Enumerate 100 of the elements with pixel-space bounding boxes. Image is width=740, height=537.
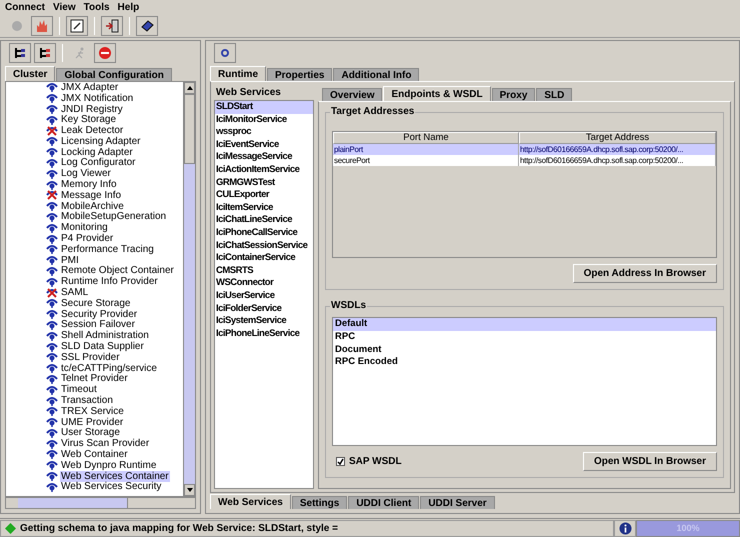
tab[interactable]: Cluster bbox=[5, 66, 56, 81]
tree-item[interactable]: P4 Provider bbox=[60, 233, 114, 244]
menu-item[interactable]: Connect bbox=[2, 2, 50, 12]
tab[interactable]: UDDI Client bbox=[348, 496, 420, 509]
tree-item[interactable]: PMI bbox=[60, 254, 80, 266]
monitor-button[interactable] bbox=[66, 16, 88, 36]
tab[interactable]: Proxy bbox=[492, 88, 536, 101]
column-header[interactable]: Target Address bbox=[519, 132, 716, 144]
checkbox[interactable] bbox=[336, 457, 345, 466]
tree-item[interactable]: Remote Object Container bbox=[60, 265, 175, 276]
menu-item[interactable]: Help bbox=[114, 2, 144, 12]
column-header[interactable]: Port Name bbox=[333, 132, 519, 144]
service-icon bbox=[46, 384, 58, 395]
service-icon bbox=[46, 168, 58, 179]
service-icon bbox=[46, 460, 58, 470]
scroll-up-button[interactable] bbox=[184, 82, 195, 94]
service-icon bbox=[46, 276, 58, 287]
tree-item[interactable]: SSL Provider bbox=[60, 352, 121, 363]
service-icon bbox=[46, 374, 58, 384]
tree-item[interactable]: Message Info bbox=[60, 190, 122, 201]
list-item[interactable]: Default bbox=[333, 318, 716, 331]
tree-item[interactable]: Web Dynpro Runtime bbox=[60, 460, 158, 471]
tree-item[interactable]: MobileSetupGeneration bbox=[60, 211, 168, 222]
tree-item[interactable]: tc/eCATTPing/service bbox=[60, 362, 158, 374]
service-icon bbox=[46, 212, 58, 222]
tab[interactable]: Global Configuration bbox=[56, 68, 172, 81]
checkmark-icon bbox=[337, 458, 344, 465]
tree-item[interactable]: Security Provider bbox=[60, 308, 138, 320]
tree-item[interactable]: Secure Storage bbox=[60, 298, 132, 309]
tree-item[interactable]: JMX Notification bbox=[60, 92, 134, 104]
scroll-thumb[interactable] bbox=[18, 498, 128, 508]
group-title: WSDLs bbox=[330, 300, 367, 311]
up-arrow-icon bbox=[186, 86, 192, 90]
service-icon bbox=[46, 471, 58, 482]
group-title: Target Addresses bbox=[330, 106, 416, 117]
tree-item[interactable]: Shell Administration bbox=[60, 330, 150, 342]
tab[interactable]: UDDI Server bbox=[420, 496, 495, 509]
tree-item[interactable]: Transaction bbox=[60, 395, 114, 406]
tree-item[interactable]: Leak Detector bbox=[60, 125, 124, 136]
tree-item[interactable]: Log Viewer bbox=[60, 168, 112, 180]
tree-icon bbox=[14, 47, 26, 59]
list-item[interactable]: SLDStart bbox=[215, 101, 313, 114]
tree-item[interactable]: Memory Info bbox=[60, 179, 118, 190]
tree-button[interactable] bbox=[34, 43, 56, 63]
tree-item[interactable]: Licensing Adapter bbox=[60, 136, 142, 147]
table-row[interactable]: plainPort http://sofD60166659A.dhcp.sofl.sap.corp:50200/... bbox=[333, 144, 716, 155]
tree-item[interactable]: SLD Data Supplier bbox=[60, 341, 145, 352]
tab[interactable]: Properties bbox=[267, 68, 332, 81]
tree-item[interactable]: Performance Tracing bbox=[60, 244, 155, 255]
tab[interactable]: Endpoints & WSDL bbox=[383, 86, 491, 101]
exit-button[interactable] bbox=[101, 16, 123, 36]
tree-item[interactable]: JNDI Registry bbox=[60, 104, 124, 114]
tree-item[interactable]: Runtime Info Provider bbox=[60, 276, 159, 288]
table-cell: http://sofD60166659A.dhcp.sofl.sap.corp:50200/... bbox=[519, 155, 716, 166]
service-icon bbox=[46, 417, 58, 428]
tree-item[interactable]: Key Storage bbox=[60, 114, 118, 126]
service-icon bbox=[46, 309, 58, 320]
scroll-down-button[interactable] bbox=[184, 484, 195, 496]
service-icon bbox=[46, 449, 58, 460]
down-arrow-icon bbox=[186, 488, 192, 492]
tree-item[interactable]: Web Container bbox=[60, 449, 129, 460]
tree-item[interactable]: UME Provider bbox=[60, 416, 124, 428]
running-figure-icon bbox=[74, 47, 86, 59]
menu-item[interactable]: View bbox=[50, 2, 81, 12]
service-icon bbox=[46, 320, 58, 330]
table-row[interactable]: securePort http://sofD60166659A.dhcp.sofl.sap.corp:50200/... bbox=[333, 155, 716, 166]
tab[interactable]: Overview bbox=[322, 88, 382, 101]
service-icon bbox=[46, 147, 58, 158]
menu-item[interactable]: Tools bbox=[80, 2, 115, 12]
tree-item[interactable]: Web Services Security bbox=[60, 481, 162, 492]
tree-item[interactable]: Virus Scan Provider bbox=[60, 438, 150, 450]
tree-item[interactable]: User Storage bbox=[60, 427, 121, 438]
open-wsdl-button[interactable]: Open WSDL In Browser bbox=[582, 452, 717, 471]
tab[interactable]: Settings bbox=[292, 496, 348, 509]
tree-item[interactable]: JMX Adapter bbox=[60, 82, 120, 93]
tree-item[interactable]: TREX Service bbox=[60, 406, 125, 417]
tree-item[interactable]: Monitoring bbox=[60, 222, 109, 234]
tree-item[interactable]: Timeout bbox=[60, 384, 98, 396]
tree-button[interactable] bbox=[9, 43, 31, 63]
tab[interactable]: Web Services bbox=[210, 494, 291, 509]
tree-item[interactable]: Log Configurator bbox=[60, 157, 136, 168]
refresh-button[interactable] bbox=[214, 43, 236, 63]
tree-item[interactable]: MobileArchive bbox=[60, 200, 125, 212]
table-cell: securePort bbox=[333, 155, 519, 166]
tree-item[interactable]: Telnet Provider bbox=[60, 373, 129, 384]
service-icon bbox=[46, 82, 58, 92]
tab[interactable]: Additional Info bbox=[333, 68, 420, 81]
help-button[interactable] bbox=[136, 16, 158, 36]
scroll-thumb[interactable] bbox=[184, 94, 195, 164]
tree-item[interactable]: Web Services Container bbox=[60, 470, 170, 482]
service-icon bbox=[46, 482, 58, 492]
tab[interactable]: Runtime bbox=[210, 66, 266, 81]
tree-item[interactable]: Session Failover bbox=[60, 319, 136, 330]
tree-item[interactable]: SAML bbox=[60, 287, 90, 298]
stop-button[interactable] bbox=[94, 43, 116, 63]
tree-item[interactable]: Locking Adapter bbox=[60, 146, 134, 158]
tab[interactable]: SLD bbox=[536, 88, 572, 101]
open-address-button[interactable]: Open Address In Browser bbox=[572, 264, 717, 283]
info-icon bbox=[618, 522, 632, 534]
fire-button[interactable] bbox=[31, 16, 53, 36]
